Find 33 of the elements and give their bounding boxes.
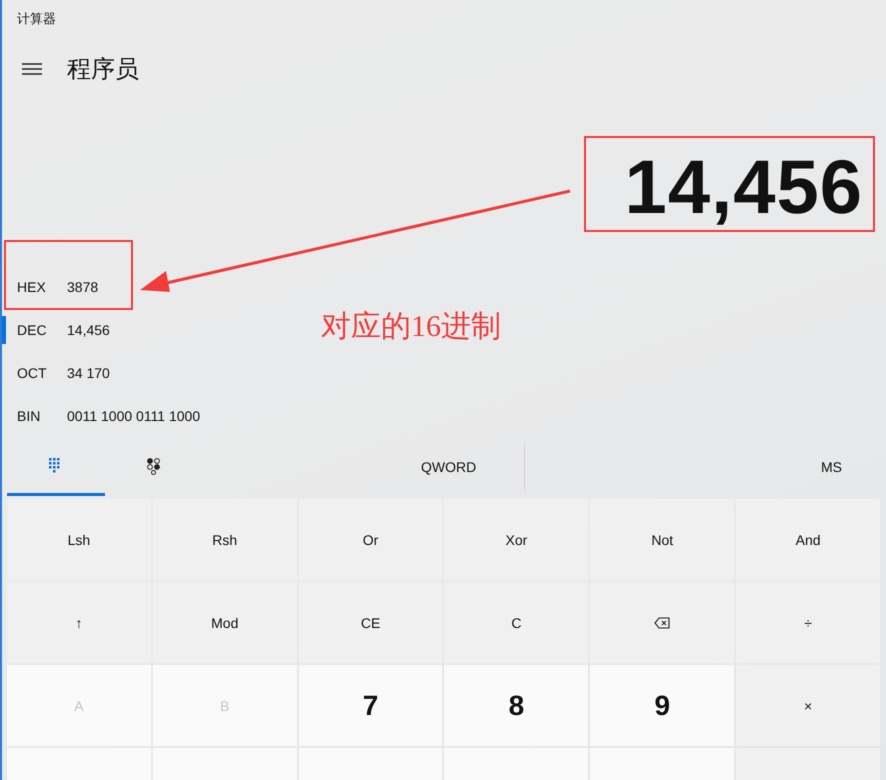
radix-value: 0011 1000 0111 1000 (67, 408, 200, 424)
calculator-key[interactable]: Xor (444, 499, 588, 580)
calculator-key[interactable]: ↑ (7, 582, 151, 663)
calculator-key[interactable]: ÷ (736, 582, 880, 663)
calculator-key[interactable]: 9 (590, 665, 734, 746)
radix-value: 3878 (67, 278, 98, 294)
calculator-key[interactable]: Lsh (7, 499, 151, 580)
calculator-key[interactable] (590, 582, 734, 663)
calculator-key[interactable]: Mod (152, 582, 297, 663)
window-title: 计算器 (17, 10, 56, 28)
word-size-button[interactable]: QWORD (413, 447, 484, 487)
radix-value: 14,456 (67, 322, 110, 338)
backspace-icon (654, 616, 670, 628)
calculator-key[interactable]: C (444, 582, 588, 663)
calculator-key[interactable]: Rsh (152, 499, 297, 580)
radix-name[interactable]: BIN (17, 408, 67, 424)
calculator-key[interactable]: And (736, 499, 880, 580)
calculator-key[interactable]: 8 (444, 665, 588, 746)
calculator-key[interactable]: Not (590, 499, 734, 580)
calculator-key[interactable]: CE (298, 582, 442, 663)
radix-name[interactable]: OCT (17, 364, 67, 380)
calculator-key[interactable]: × (736, 665, 880, 746)
display-value: 14,456 (624, 150, 863, 226)
memory-store-button[interactable]: MS (813, 447, 850, 487)
dots-icon (147, 458, 161, 475)
radix-name[interactable]: DEC (17, 322, 67, 338)
calculator-key[interactable]: 7 (298, 665, 442, 746)
mode-title: 程序员 (67, 55, 139, 85)
calculator-key[interactable]: Or (298, 499, 442, 580)
menu-icon[interactable] (22, 63, 42, 75)
radix-name[interactable]: HEX (17, 278, 67, 294)
annotation-text: 对应的16进制 (321, 309, 501, 345)
radix-value: 34 170 (67, 364, 110, 380)
